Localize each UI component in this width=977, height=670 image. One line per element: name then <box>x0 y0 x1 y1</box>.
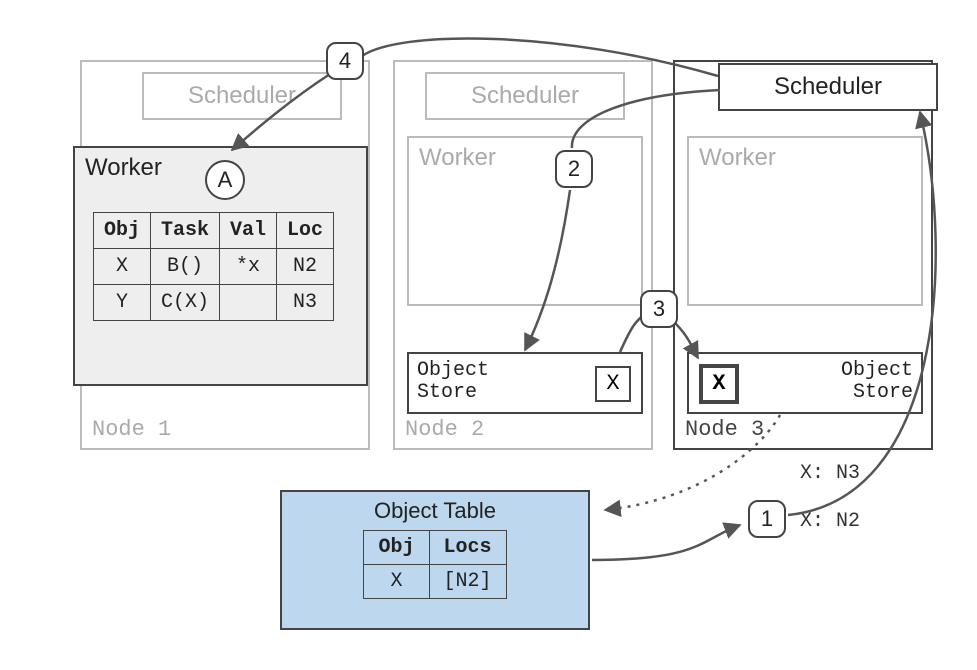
node-3-scheduler: Scheduler <box>718 63 938 111</box>
object-table: Object Table Obj Locs X [N2] <box>280 490 590 630</box>
step-3: 3 <box>640 290 678 328</box>
annot-x-n2: X: N2 <box>800 510 860 533</box>
diagram-stage: Scheduler Node 1 Worker A Obj Task Val L… <box>0 0 977 670</box>
otbl-col-locs: Locs <box>429 531 506 565</box>
worker-label: Worker <box>419 144 496 172</box>
col-loc: Loc <box>277 213 334 249</box>
col-obj: Obj <box>94 213 151 249</box>
node-2-scheduler: Scheduler <box>425 72 625 120</box>
object-store-label: Object Store <box>841 360 913 404</box>
node-2: Scheduler Worker Object Store X Node 2 <box>393 60 653 450</box>
node-2-object-store: Object Store X <box>407 352 643 414</box>
scheduler-label: Scheduler <box>471 82 579 109</box>
object-x-box: X <box>595 366 631 402</box>
table-row: X [N2] <box>364 565 506 599</box>
step-1: 1 <box>748 500 786 538</box>
ownership-table: Obj Task Val Loc X B() *x N2 Y C(X) N3 <box>93 212 334 321</box>
object-store-label: Object Store <box>417 360 489 404</box>
step-4: 4 <box>326 42 364 80</box>
object-table-grid: Obj Locs X [N2] <box>363 530 506 599</box>
object-x-box-bold: X <box>699 364 739 404</box>
worker-a: Worker A Obj Task Val Loc X B() *x N2 Y … <box>73 146 368 386</box>
worker-label: Worker <box>699 144 776 172</box>
worker-a-label: Worker <box>85 154 162 182</box>
node-3-label: Node 3 <box>685 417 764 442</box>
object-table-title: Object Table <box>282 498 588 524</box>
node-2-label: Node 2 <box>405 417 484 442</box>
col-task: Task <box>151 213 220 249</box>
node-2-worker: Worker <box>407 136 643 306</box>
annot-x-n3: X: N3 <box>800 462 860 485</box>
scheduler-label: Scheduler <box>774 73 882 100</box>
node-1-scheduler: Scheduler <box>142 72 342 120</box>
col-val: Val <box>220 213 277 249</box>
step-2: 2 <box>555 150 593 188</box>
node-3: Worker X Object Store Node 3 <box>673 60 933 450</box>
table-row: X B() *x N2 <box>94 249 334 285</box>
table-row: Y C(X) N3 <box>94 285 334 321</box>
otbl-col-obj: Obj <box>364 531 429 565</box>
node-1-label: Node 1 <box>92 417 171 442</box>
node-3-worker: Worker <box>687 136 923 306</box>
scheduler-label: Scheduler <box>188 82 296 109</box>
node-3-object-store: X Object Store <box>687 352 923 414</box>
driver-marker: A <box>205 160 245 200</box>
